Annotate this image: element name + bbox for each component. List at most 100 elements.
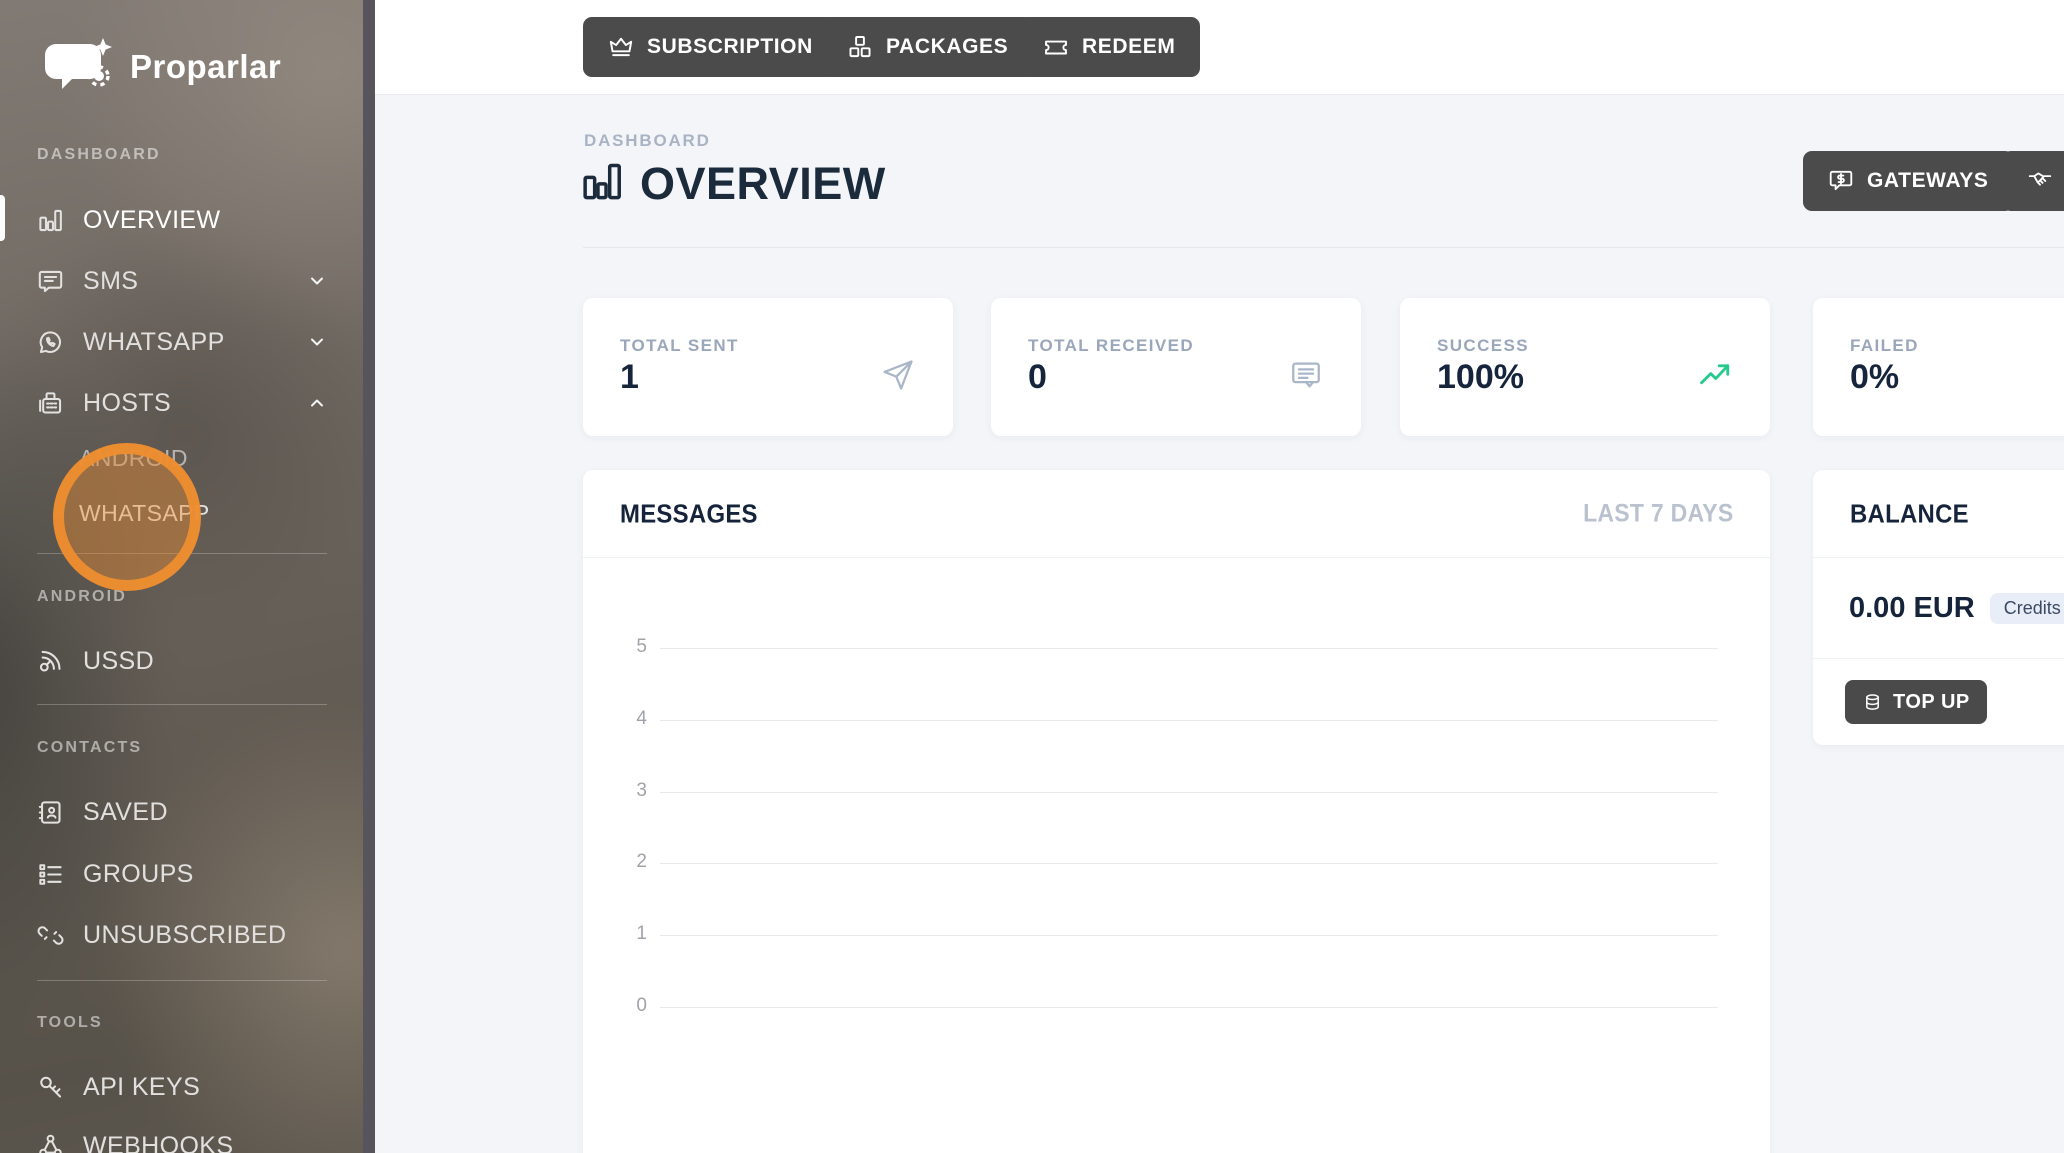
page-title-row: OVERVIEW bbox=[580, 158, 886, 210]
y-axis-tick: 0 bbox=[601, 995, 647, 1017]
sidebar-subitem-hosts-android[interactable]: ANDROID bbox=[0, 440, 363, 476]
stat-value: 0 bbox=[1028, 358, 1047, 397]
key-icon bbox=[37, 1074, 64, 1101]
subscription-button-label: SUBSCRIPTION bbox=[647, 35, 813, 59]
paper-plane-icon bbox=[881, 358, 915, 392]
sidebar-item-hosts[interactable]: HOSTS bbox=[0, 381, 363, 425]
messages-chart-card: MESSAGES LAST 7 DAYS 5 4 3 2 1 0 bbox=[583, 470, 1770, 1153]
chat-bubble-logo-icon bbox=[44, 38, 118, 96]
sidebar-item-sms[interactable]: SMS bbox=[0, 259, 363, 303]
gridline bbox=[660, 792, 1718, 793]
list-groups-icon bbox=[37, 861, 64, 888]
stat-label: FAILED bbox=[1850, 336, 1919, 356]
sms-message-icon bbox=[37, 268, 64, 295]
ticket-icon bbox=[1043, 34, 1069, 60]
sidebar-label-groups: GROUPS bbox=[83, 860, 194, 889]
whatsapp-icon bbox=[37, 329, 64, 356]
bar-chart-icon bbox=[37, 207, 64, 234]
top-up-button[interactable]: TOP UP bbox=[1845, 680, 1987, 724]
coins-icon bbox=[1862, 692, 1883, 713]
sidebar-item-groups[interactable]: GROUPS bbox=[0, 852, 363, 896]
stat-value: 100% bbox=[1437, 358, 1524, 397]
sidebar-subitem-hosts-whatsapp[interactable]: WHATSAPP bbox=[0, 495, 363, 531]
sidebar-item-unsubscribed[interactable]: UNSUBSCRIBED bbox=[0, 913, 363, 957]
y-axis-tick: 3 bbox=[601, 780, 647, 802]
chevron-up-icon bbox=[307, 393, 327, 413]
packages-button[interactable]: PACKAGES bbox=[822, 17, 1033, 77]
app-root: Proparlar DASHBOARD OVERVIEW SMS WHATSAP… bbox=[0, 0, 2064, 1153]
sidebar-item-api-keys[interactable]: API KEYS bbox=[0, 1065, 363, 1109]
fax-hosts-icon bbox=[37, 390, 64, 417]
y-axis-tick: 2 bbox=[601, 851, 647, 873]
cubes-packages-icon bbox=[847, 34, 873, 60]
sidebar-item-ussd[interactable]: USSD bbox=[0, 639, 363, 683]
brand-name: Proparlar bbox=[130, 48, 281, 86]
sidebar-label-ussd: USSD bbox=[83, 647, 154, 676]
breadcrumb: DASHBOARD bbox=[584, 131, 711, 151]
section-label-contacts: CONTACTS bbox=[37, 739, 142, 757]
sidebar-divider bbox=[37, 980, 327, 981]
messages-card-header: MESSAGES LAST 7 DAYS bbox=[583, 470, 1770, 558]
sidebar-scrollbar-track[interactable] bbox=[363, 0, 375, 1153]
gridline bbox=[660, 935, 1718, 936]
sidebar-divider bbox=[37, 704, 327, 705]
stat-label: TOTAL RECEIVED bbox=[1028, 336, 1194, 356]
sidebar-label-webhooks: WEBHOOKS bbox=[83, 1132, 233, 1153]
subscription-button[interactable]: SUBSCRIPTION bbox=[583, 17, 838, 77]
y-axis-tick: 4 bbox=[601, 708, 647, 730]
gateways-button-label: GATEWAYS bbox=[1867, 169, 1989, 193]
balance-amount: 0.00 EUR bbox=[1849, 592, 1975, 625]
credits-badge: Credits bbox=[1990, 593, 2064, 624]
line-chart-area: 5 4 3 2 1 0 bbox=[583, 558, 1770, 1153]
partial-button-right[interactable]: P bbox=[2002, 151, 2064, 211]
sidebar-label-hosts: HOSTS bbox=[83, 389, 171, 418]
stat-value: 0% bbox=[1850, 358, 1899, 397]
page-title: OVERVIEW bbox=[640, 158, 886, 210]
crown-icon bbox=[608, 34, 634, 60]
sidebar-sublabel-whatsapp: WHATSAPP bbox=[79, 500, 210, 527]
satellite-dish-icon bbox=[37, 648, 64, 675]
sidebar: Proparlar DASHBOARD OVERVIEW SMS WHATSAP… bbox=[0, 0, 363, 1153]
chevron-down-icon bbox=[307, 332, 327, 352]
y-axis-tick: 1 bbox=[601, 923, 647, 945]
sidebar-label-sms: SMS bbox=[83, 267, 138, 296]
gridline bbox=[660, 648, 1718, 649]
balance-footer: TOP UP bbox=[1813, 659, 2064, 744]
sidebar-item-webhooks[interactable]: WEBHOOKS bbox=[0, 1124, 363, 1153]
chevron-down-icon bbox=[307, 271, 327, 291]
stat-label: SUCCESS bbox=[1437, 336, 1529, 356]
sidebar-label-unsubscribed: UNSUBSCRIBED bbox=[83, 921, 286, 950]
section-label-tools: TOOLS bbox=[37, 1014, 103, 1032]
redeem-button-label: REDEEM bbox=[1082, 35, 1175, 59]
sidebar-sublabel-android: ANDROID bbox=[79, 445, 188, 472]
sidebar-item-overview[interactable]: OVERVIEW bbox=[0, 198, 363, 242]
bar-chart-title-icon bbox=[580, 160, 624, 209]
broken-link-icon bbox=[37, 922, 64, 949]
stat-card-success: SUCCESS 100% bbox=[1400, 298, 1770, 436]
gridline bbox=[660, 720, 1718, 721]
webhook-icon bbox=[37, 1133, 64, 1153]
address-book-icon bbox=[37, 799, 64, 826]
sidebar-item-saved[interactable]: SAVED bbox=[0, 790, 363, 834]
stat-card-total-received: TOTAL RECEIVED 0 bbox=[991, 298, 1361, 436]
header-divider bbox=[583, 247, 2064, 248]
top-up-button-label: TOP UP bbox=[1893, 691, 1970, 714]
gridline bbox=[660, 863, 1718, 864]
balance-card-title: BALANCE bbox=[1850, 498, 1969, 529]
sidebar-label-whatsapp: WHATSAPP bbox=[83, 328, 225, 357]
sidebar-item-whatsapp[interactable]: WHATSAPP bbox=[0, 320, 363, 364]
sidebar-label-saved: SAVED bbox=[83, 798, 168, 827]
balance-body: 0.00 EUR Credits bbox=[1813, 558, 2064, 659]
stat-card-total-sent: TOTAL SENT 1 bbox=[583, 298, 953, 436]
brand-logo[interactable]: Proparlar bbox=[44, 38, 281, 96]
sidebar-divider bbox=[37, 553, 327, 554]
redeem-button[interactable]: REDEEM bbox=[1018, 17, 1200, 77]
balance-card: BALANCE 0.00 EUR Credits TOP UP bbox=[1813, 470, 2064, 745]
gateways-button[interactable]: GATEWAYS bbox=[1803, 151, 2014, 211]
stat-card-failed: FAILED 0% bbox=[1813, 298, 2064, 436]
stat-value: 1 bbox=[620, 358, 639, 397]
section-label-android: ANDROID bbox=[37, 588, 127, 606]
section-label-dashboard: DASHBOARD bbox=[37, 146, 161, 164]
sidebar-label-overview: OVERVIEW bbox=[83, 206, 221, 235]
sidebar-label-api-keys: API KEYS bbox=[83, 1073, 200, 1102]
